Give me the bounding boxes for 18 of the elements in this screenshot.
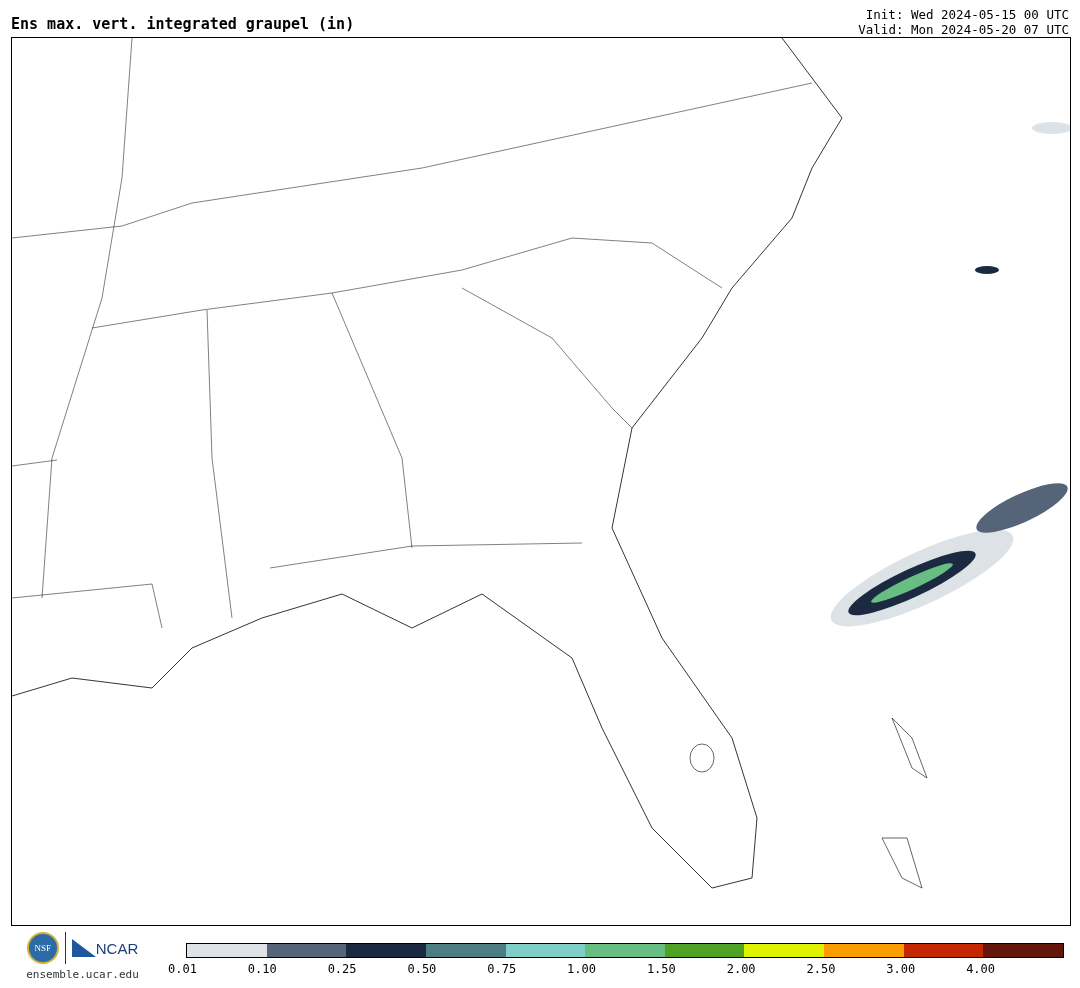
tick-label: 0.75	[487, 962, 517, 976]
tick-label: 0.25	[327, 962, 357, 976]
init-time: Init: Wed 2024-05-15 00 UTC	[865, 7, 1069, 22]
ncar-logo: NCAR	[95, 939, 139, 957]
tick-label: 2.50	[806, 962, 836, 976]
site-url: ensemble.ucar.edu	[26, 968, 139, 981]
tick-label: 2.00	[726, 962, 756, 976]
valid-time: Valid: Mon 2024-05-20 07 UTC	[858, 22, 1069, 37]
nsf-logo: NSF	[26, 932, 59, 964]
tick-label: 0.50	[407, 962, 437, 976]
chart-title: Ens max. vert. integrated graupel (in)	[11, 15, 355, 35]
tick-label: 1.50	[646, 962, 676, 976]
tick-label: 1.00	[567, 962, 596, 976]
tick-label: 3.00	[886, 962, 916, 976]
tick-label: 0.01	[168, 962, 197, 976]
tick-label: 0.10	[247, 962, 277, 976]
tick-label: 4.00	[966, 962, 996, 976]
wave-icon	[71, 939, 96, 957]
